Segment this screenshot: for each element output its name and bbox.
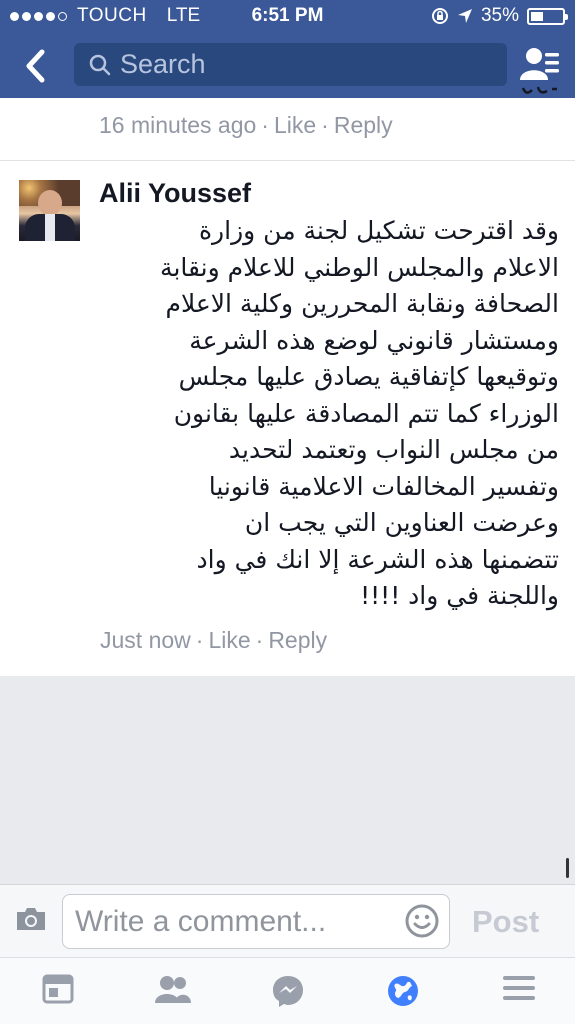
status-right: 35%	[431, 5, 568, 27]
prev-comment-reply-link[interactable]: Reply	[334, 112, 393, 138]
prev-comment-like-link[interactable]: Like	[274, 112, 316, 138]
clipped-text-fragment	[521, 86, 557, 94]
comment-like-link[interactable]: Like	[208, 627, 250, 653]
comment-line: من مجلس النواب وتعتمد لتحديد	[228, 435, 559, 464]
messenger-icon[interactable]	[271, 974, 305, 1008]
scroll-indicator[interactable]	[566, 858, 569, 878]
empty-comments-area	[0, 676, 575, 884]
location-icon	[457, 9, 472, 23]
comment-reply-link[interactable]: Reply	[268, 627, 327, 653]
separator-dot: ·	[255, 627, 264, 653]
comment-line: الوزراء كما تتم المصادقة عليها بقانون	[173, 398, 559, 428]
separator-dot: ·	[261, 112, 269, 138]
sticker-smiley-icon[interactable]	[404, 903, 440, 939]
prev-comment-time: 16 minutes ago	[99, 112, 257, 138]
comment-line: الصحافة ونقابة المحررين وكلية الاعلام	[165, 289, 559, 318]
top-bar: TOUCH LTE 6:51 PM 35% Search	[0, 0, 575, 98]
separator-dot: ·	[195, 627, 204, 653]
bottom-tab-bar	[0, 957, 575, 1024]
separator-dot: ·	[321, 112, 329, 138]
comment-input[interactable]: Write a comment...	[62, 894, 450, 949]
comment-line: وتفسير المخالفات الاعلامية قانونيا	[208, 471, 559, 501]
search-placeholder: Search	[120, 49, 206, 79]
comment-line: وقد اقترحت تشكيل لجنة من وزارة	[198, 216, 559, 245]
friends-icon[interactable]	[155, 974, 191, 1004]
avatar[interactable]	[19, 180, 80, 241]
friend-requests-icon[interactable]	[520, 47, 560, 81]
battery-icon	[527, 7, 568, 25]
comment-line: واللجنة في واد !!!!	[360, 581, 559, 610]
camera-icon[interactable]	[15, 906, 47, 932]
comment-meta: Just now · Like · Reply	[100, 627, 327, 654]
menu-icon[interactable]	[503, 974, 535, 1002]
comment-line: ومستشار قانوني لوضع هذه الشرعة	[189, 325, 559, 355]
comment-time: Just now	[100, 627, 191, 653]
comment-author[interactable]: Alii Youssef	[99, 178, 251, 209]
news-feed-icon[interactable]	[42, 974, 74, 1004]
comment-input-placeholder: Write a comment...	[75, 905, 327, 938]
comment-divider	[0, 160, 575, 161]
comment-line: تتضمنها هذه الشرعة إلا انك في واد	[196, 544, 560, 574]
comment-line: وتوقيعها كإتفاقية يصادق عليها مجلس	[178, 362, 559, 391]
status-bar: TOUCH LTE 6:51 PM 35%	[0, 0, 575, 32]
comment-line: وعرضت العناوين التي يجب ان	[244, 508, 559, 537]
back-arrow-icon[interactable]	[20, 46, 50, 86]
globe-notifications-icon[interactable]	[386, 974, 420, 1008]
post-button[interactable]: Post	[472, 904, 539, 940]
battery-percent: 35%	[480, 5, 519, 26]
prev-comment-meta: 16 minutes ago · Like · Reply	[99, 112, 393, 139]
rotation-lock-icon	[431, 8, 448, 24]
comment-body: وقد اقترحت تشكيل لجنة من وزارة الاعلام و…	[99, 213, 559, 615]
search-icon	[89, 54, 111, 75]
search-input[interactable]: Search	[74, 43, 507, 86]
comment-line: الاعلام والمجلس الوطني للاعلام ونقابة	[160, 252, 559, 282]
